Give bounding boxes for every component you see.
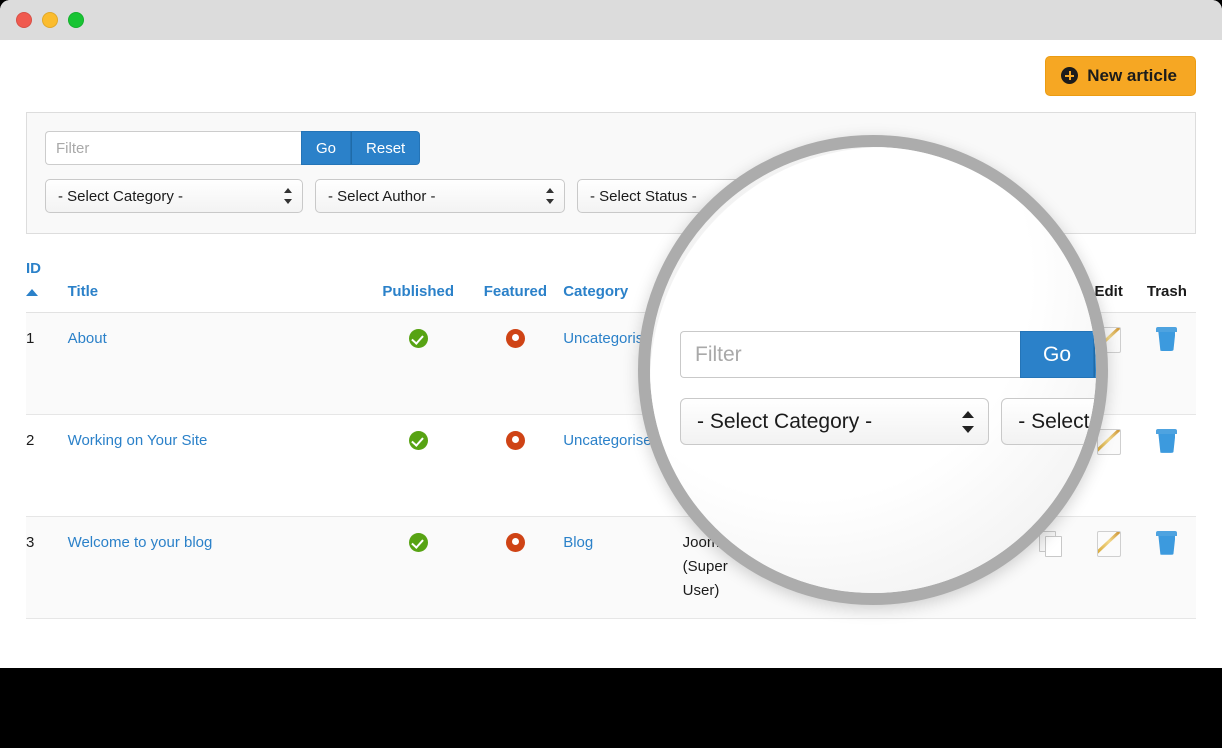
published-check-icon[interactable] (408, 329, 428, 348)
edit-icon[interactable] (1096, 530, 1121, 557)
go-button[interactable]: Go (301, 131, 352, 165)
select-category-label: - Select Category - (58, 187, 184, 205)
column-header-featured[interactable]: Featured (467, 260, 564, 313)
search-input[interactable] (45, 131, 301, 165)
reset-button[interactable]: Reset (351, 131, 421, 165)
column-header-trash: Trash (1137, 260, 1196, 313)
cell-id: 1 (26, 312, 68, 415)
magnified-go-button[interactable]: Go (1020, 331, 1095, 378)
column-header-published[interactable]: Published (368, 260, 468, 313)
minimize-window-button[interactable] (42, 12, 58, 28)
toolbar: New article (0, 40, 1222, 112)
chevron-updown-icon (546, 187, 555, 205)
sort-ascending-icon (26, 288, 38, 296)
magnified-select-author-dropdown[interactable]: - Select (1001, 398, 1096, 445)
column-header-title[interactable]: Title (67, 260, 369, 313)
column-header-id-label: ID (26, 260, 41, 277)
page-content: New article Go Reset - Select Category -… (0, 40, 1222, 668)
magnified-select-category-label: - Select Category - (697, 409, 873, 433)
cell-id: 2 (26, 414, 68, 517)
column-header-id[interactable]: ID (26, 260, 68, 313)
edit-icon[interactable] (1096, 428, 1121, 455)
featured-circle-icon[interactable] (505, 532, 525, 552)
magnified-select-author-label: - Select (1018, 409, 1090, 433)
magnified-select-category-dropdown[interactable]: - Select Category - (680, 398, 990, 445)
cell-category-link[interactable]: Uncategorised (563, 432, 660, 449)
magnified-select-row: - Select Category - - Select (680, 398, 1096, 445)
chevron-updown-icon (284, 187, 293, 205)
window-titlebar (0, 0, 1222, 40)
new-article-label: New article (1087, 66, 1177, 85)
magnified-search-input[interactable] (680, 331, 1020, 378)
chevron-updown-icon (962, 410, 975, 434)
filter-search-row: Go Reset (45, 131, 1177, 165)
featured-circle-icon[interactable] (505, 329, 525, 348)
browser-window: New article Go Reset - Select Category -… (0, 0, 1222, 668)
trash-icon[interactable] (1156, 327, 1178, 351)
select-status-label: - Select Status - (590, 187, 697, 205)
published-check-icon[interactable] (408, 430, 428, 450)
new-article-button[interactable]: New article (1045, 56, 1196, 96)
plus-circle-icon (1061, 67, 1079, 84)
cell-title-link[interactable]: About (68, 330, 107, 347)
magnifier-content: Go - Select Category - - Select (680, 331, 1096, 445)
trash-icon[interactable] (1156, 428, 1178, 453)
magnified-reset-button[interactable] (1094, 331, 1096, 378)
trash-icon[interactable] (1156, 530, 1178, 555)
select-category-dropdown[interactable]: - Select Category - (45, 179, 303, 213)
select-author-dropdown[interactable]: - Select Author - (315, 179, 565, 213)
close-window-button[interactable] (16, 12, 32, 28)
cell-id: 3 (26, 516, 68, 619)
published-check-icon[interactable] (408, 532, 428, 552)
cell-category-link[interactable]: Blog (563, 534, 593, 551)
featured-circle-icon[interactable] (505, 430, 525, 450)
cell-title-link[interactable]: Welcome to your blog (68, 534, 213, 551)
maximize-window-button[interactable] (68, 12, 84, 28)
cell-title-link[interactable]: Working on Your Site (68, 432, 208, 449)
magnified-filter-row: Go (680, 331, 1096, 378)
select-author-label: - Select Author - (328, 187, 436, 205)
magnifier-overlay[interactable]: Go - Select Category - - Select (638, 135, 1108, 605)
